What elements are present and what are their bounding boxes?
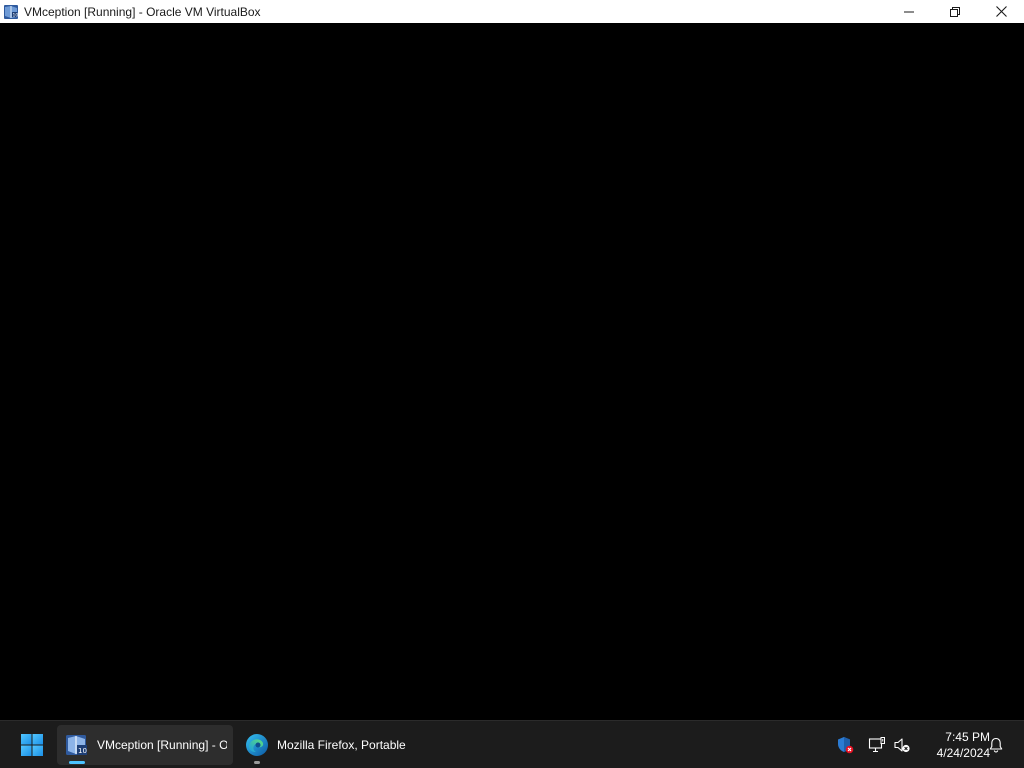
- active-window-indicator: [69, 761, 85, 764]
- taskbar: 10 VMception [Running] - Oracle VM Virtu…: [0, 720, 1024, 768]
- virtualbox-icon: 10: [3, 4, 19, 20]
- taskbar-item-label: Mozilla Firefox, Portable: [277, 738, 406, 752]
- notification-center-button[interactable]: [984, 733, 1008, 757]
- virtualbox-window: 10 VMception [Running] - Oracle VM Virtu…: [0, 0, 1024, 720]
- clock-date: 4/24/2024: [936, 746, 990, 760]
- notification-bell-icon: [989, 737, 1003, 753]
- volume-muted-icon: [894, 738, 910, 753]
- virtualbox-icon: 10: [65, 733, 89, 757]
- minimize-icon: [904, 11, 914, 12]
- windows-logo-icon: [21, 734, 43, 756]
- minimize-button[interactable]: [886, 0, 932, 23]
- network-icon: [868, 737, 885, 753]
- volume-button[interactable]: [890, 733, 914, 757]
- close-button[interactable]: [978, 0, 1024, 23]
- window-titlebar[interactable]: 10 VMception [Running] - Oracle VM Virtu…: [0, 0, 1024, 23]
- taskbar-item-virtualbox[interactable]: 10 VMception [Running] - Oracle VM Virtu…: [57, 725, 233, 765]
- network-button[interactable]: [865, 733, 889, 757]
- system-clock[interactable]: 7:45 PM 4/24/2024: [916, 728, 990, 762]
- restore-icon: [950, 6, 960, 17]
- running-window-indicator: [254, 761, 260, 764]
- security-shield-icon: [838, 737, 854, 754]
- taskbar-item-firefox[interactable]: Mozilla Firefox, Portable: [237, 725, 409, 765]
- edge-browser-icon: [245, 733, 269, 757]
- taskbar-item-label: VMception [Running] - Oracle VM VirtualB…: [97, 738, 227, 752]
- vm-display-area[interactable]: [0, 23, 1024, 720]
- security-shield-button[interactable]: [833, 733, 857, 757]
- close-icon: [995, 6, 1007, 17]
- start-button[interactable]: [12, 727, 52, 763]
- window-title: VMception [Running] - Oracle VM VirtualB…: [24, 4, 261, 19]
- svg-text:10: 10: [13, 12, 19, 18]
- restore-button[interactable]: [932, 0, 978, 23]
- svg-text:10: 10: [78, 747, 87, 755]
- window-controls: [886, 0, 1024, 23]
